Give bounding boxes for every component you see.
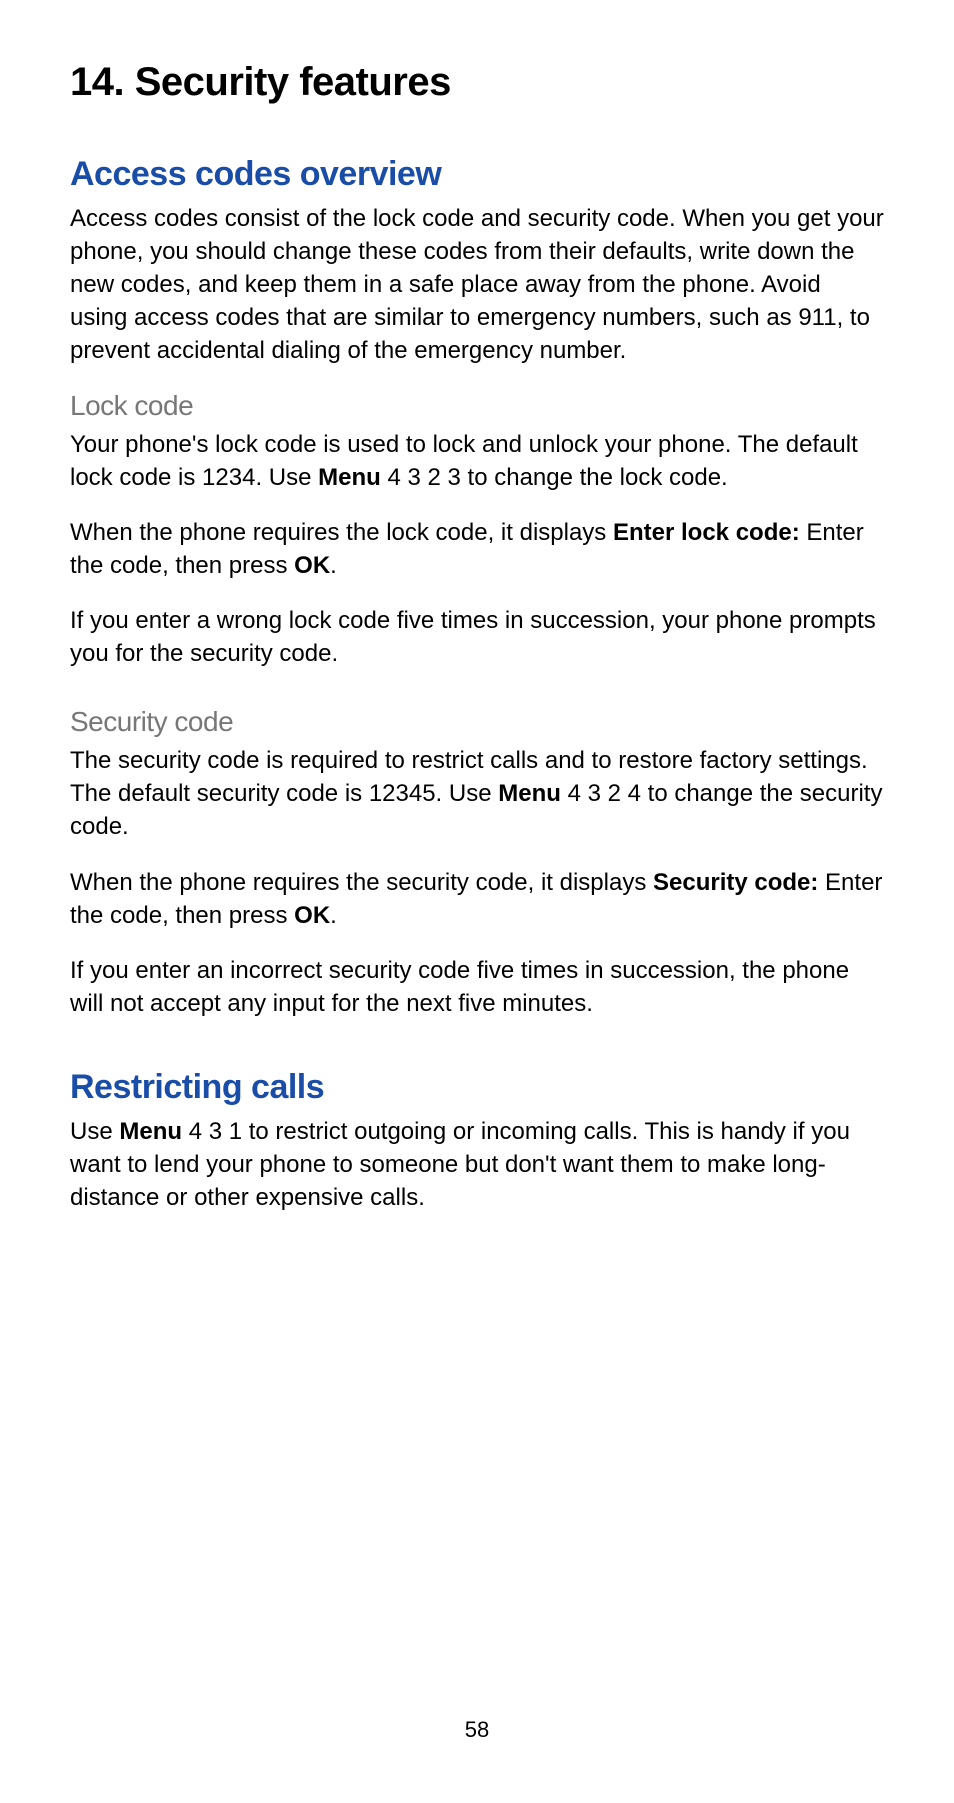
body-text: Use Menu 4 3 1 to restrict outgoing or i… bbox=[70, 1115, 884, 1214]
chapter-title: Security features bbox=[135, 60, 451, 104]
bold-menu: Menu bbox=[498, 780, 561, 807]
body-text: If you enter a wrong lock code five time… bbox=[70, 604, 884, 670]
body-text: If you enter an incorrect security code … bbox=[70, 954, 884, 1020]
subsection-heading: Lock code bbox=[70, 390, 884, 422]
bold-prompt: Security code: bbox=[653, 869, 818, 896]
section-access-codes: Access codes overview Access codes consi… bbox=[70, 155, 884, 1020]
chapter-number: 14. bbox=[70, 60, 124, 104]
body-text: When the phone requires the security cod… bbox=[70, 866, 884, 932]
body-text: Your phone's lock code is used to lock a… bbox=[70, 428, 884, 494]
page-number: 58 bbox=[0, 1717, 954, 1743]
body-text: The security code is required to restric… bbox=[70, 744, 884, 843]
bold-ok: OK bbox=[294, 902, 330, 929]
section-heading: Restricting calls bbox=[70, 1068, 884, 1107]
subsection-lock-code: Lock code Your phone's lock code is used… bbox=[70, 390, 884, 671]
section-heading: Access codes overview bbox=[70, 155, 884, 194]
bold-prompt: Enter lock code: bbox=[613, 519, 800, 546]
subsection-heading: Security code bbox=[70, 706, 884, 738]
bold-ok: OK bbox=[294, 552, 330, 579]
bold-menu: Menu bbox=[119, 1118, 182, 1145]
section-restricting-calls: Restricting calls Use Menu 4 3 1 to rest… bbox=[70, 1068, 884, 1214]
page-content: 14. Security features Access codes overv… bbox=[0, 0, 954, 1214]
subsection-security-code: Security code The security code is requi… bbox=[70, 706, 884, 1020]
chapter-heading: 14. Security features bbox=[70, 60, 884, 105]
body-text: Access codes consist of the lock code an… bbox=[70, 202, 884, 368]
bold-menu: Menu bbox=[318, 464, 381, 491]
body-text: When the phone requires the lock code, i… bbox=[70, 516, 884, 582]
